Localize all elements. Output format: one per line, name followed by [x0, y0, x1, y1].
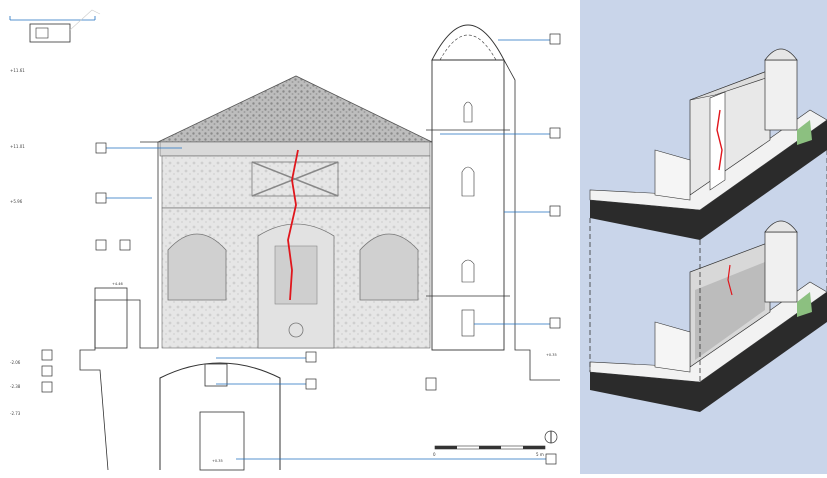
callout-icon	[41, 365, 53, 377]
callout-icon	[549, 205, 561, 217]
scale-max-label: 5 m	[536, 452, 544, 457]
axo-model-top	[589, 48, 827, 240]
callout-icon	[305, 378, 317, 390]
level-marker: +5.96	[10, 199, 23, 204]
axo-model-bottom	[589, 220, 827, 412]
callout-icon	[549, 33, 561, 45]
elevation-drawing: +11.61 +11.01 +5.96 -2.06 -2.38 -2.73 +4…	[9, 9, 561, 471]
callout-icon	[95, 239, 107, 251]
scale-bar: 0 5 m	[433, 445, 546, 457]
callout-icon	[41, 349, 53, 361]
callout-icon	[305, 351, 317, 363]
bell-tower	[426, 24, 560, 381]
stair-top-label: +4.46	[112, 282, 123, 286]
stair-block	[94, 287, 128, 349]
level-marker: -2.38	[10, 384, 21, 389]
callout-icon	[549, 317, 561, 329]
tower-base-label: +0.35	[546, 353, 557, 357]
section-outline-left	[79, 141, 159, 471]
callout-icon	[549, 127, 561, 139]
axonometric-panel	[580, 0, 827, 474]
callout-icon	[545, 453, 557, 465]
level-marker: -2.06	[10, 360, 21, 365]
plan-section: +0.35	[159, 362, 281, 471]
scale-zero-label: 0	[433, 452, 436, 457]
church-facade	[157, 75, 433, 349]
callout-icon	[425, 377, 437, 391]
level-marker: -2.73	[10, 411, 21, 416]
callout-icon	[41, 381, 53, 393]
callout-icon	[95, 192, 107, 204]
callout-icon	[95, 142, 107, 154]
axonometric-views	[589, 48, 827, 412]
callout-icon	[119, 239, 131, 251]
level-marker: +11.01	[10, 144, 25, 149]
north-arrow-icon	[544, 430, 558, 444]
level-marker: +11.61	[10, 68, 25, 73]
elevation-drawing-panel: +11.61 +11.01 +5.96 -2.06 -2.38 -2.73 +4…	[0, 0, 580, 474]
plan-bottom-label: +0.35	[212, 459, 223, 463]
key-plan	[9, 9, 101, 43]
level-markers: +11.61 +11.01 +5.96 -2.06 -2.38 -2.73	[10, 68, 25, 416]
